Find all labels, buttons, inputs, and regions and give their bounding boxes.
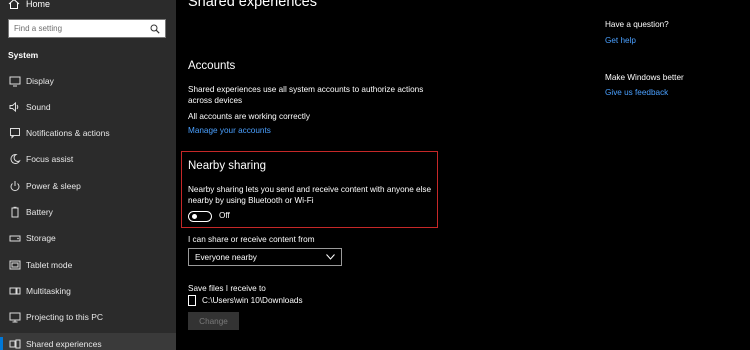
sidebar: Home Find a setting System Display Sound… (0, 0, 176, 350)
question-heading: Have a question? (605, 20, 669, 29)
notification-icon (9, 127, 21, 139)
manage-accounts-link[interactable]: Manage your accounts (188, 126, 271, 135)
search-placeholder: Find a setting (14, 24, 63, 33)
sidebar-item-label: Storage (26, 233, 56, 243)
share-from-label: I can share or receive content from (188, 235, 315, 244)
monitor-icon (9, 75, 21, 87)
sidebar-item-label: Multitasking (26, 286, 71, 296)
section-title: System (8, 50, 39, 60)
home-label: Home (26, 0, 51, 9)
sidebar-item-label: Battery (26, 207, 53, 217)
search-input[interactable]: Find a setting (8, 19, 166, 38)
sidebar-item-power-sleep[interactable]: Power & sleep (0, 175, 176, 197)
sidebar-item-notifications[interactable]: Notifications & actions (0, 122, 176, 144)
save-path-row: C:\Users\win 10\Downloads (188, 295, 303, 306)
feedback-heading: Make Windows better (605, 73, 684, 82)
save-path: C:\Users\win 10\Downloads (202, 296, 303, 305)
sidebar-item-sound[interactable]: Sound (0, 96, 176, 118)
file-icon (188, 295, 196, 306)
sidebar-item-label: Notifications & actions (26, 128, 110, 138)
chevron-down-icon (326, 254, 335, 260)
sidebar-item-label: Tablet mode (26, 260, 73, 270)
get-help-link[interactable]: Get help (605, 36, 636, 45)
power-icon (9, 180, 21, 192)
sidebar-item-label: Sound (26, 102, 51, 112)
sidebar-item-tablet-mode[interactable]: Tablet mode (0, 254, 176, 276)
projecting-icon (9, 311, 21, 323)
accounts-status: All accounts are working correctly (188, 112, 310, 121)
speaker-icon (9, 101, 21, 113)
sidebar-item-storage[interactable]: Storage (0, 227, 176, 249)
storage-icon (9, 232, 21, 244)
nearby-sharing-toggle[interactable] (188, 211, 212, 222)
page-title: Shared experiences (188, 0, 317, 10)
sidebar-item-multitasking[interactable]: Multitasking (0, 280, 176, 302)
shared-experiences-icon (9, 338, 21, 350)
selection-indicator (0, 337, 3, 350)
nearby-sharing-description: Nearby sharing lets you send and receive… (188, 185, 432, 205)
give-feedback-link[interactable]: Give us feedback (605, 88, 668, 97)
sidebar-item-shared-experiences[interactable]: Shared experiences (0, 333, 176, 350)
change-button[interactable]: Change (188, 312, 239, 330)
sidebar-item-label: Display (26, 76, 54, 86)
moon-icon (9, 153, 21, 165)
sidebar-item-label: Power & sleep (26, 181, 81, 191)
sidebar-item-label: Focus assist (26, 154, 74, 164)
tablet-icon (9, 259, 21, 271)
share-from-dropdown[interactable]: Everyone nearby (188, 248, 342, 266)
multitasking-icon (9, 285, 21, 297)
battery-icon (9, 206, 21, 218)
home-icon (8, 0, 20, 10)
sidebar-item-label: Projecting to this PC (26, 312, 104, 322)
dropdown-value: Everyone nearby (195, 252, 257, 262)
sidebar-item-display[interactable]: Display (0, 70, 176, 92)
accounts-heading: Accounts (188, 60, 236, 72)
toggle-state-label: Off (219, 211, 230, 220)
search-icon (150, 24, 160, 34)
toggle-knob (192, 214, 197, 219)
sidebar-item-projecting[interactable]: Projecting to this PC (0, 306, 176, 328)
save-files-label: Save files I receive to (188, 284, 266, 293)
sidebar-item-label: Shared experiences (26, 339, 102, 349)
nearby-sharing-heading: Nearby sharing (188, 160, 266, 172)
accounts-description: Shared experiences use all system accoun… (188, 85, 424, 105)
home-link[interactable]: Home (8, 0, 50, 11)
sidebar-item-focus-assist[interactable]: Focus assist (0, 148, 176, 170)
sidebar-item-battery[interactable]: Battery (0, 201, 176, 223)
